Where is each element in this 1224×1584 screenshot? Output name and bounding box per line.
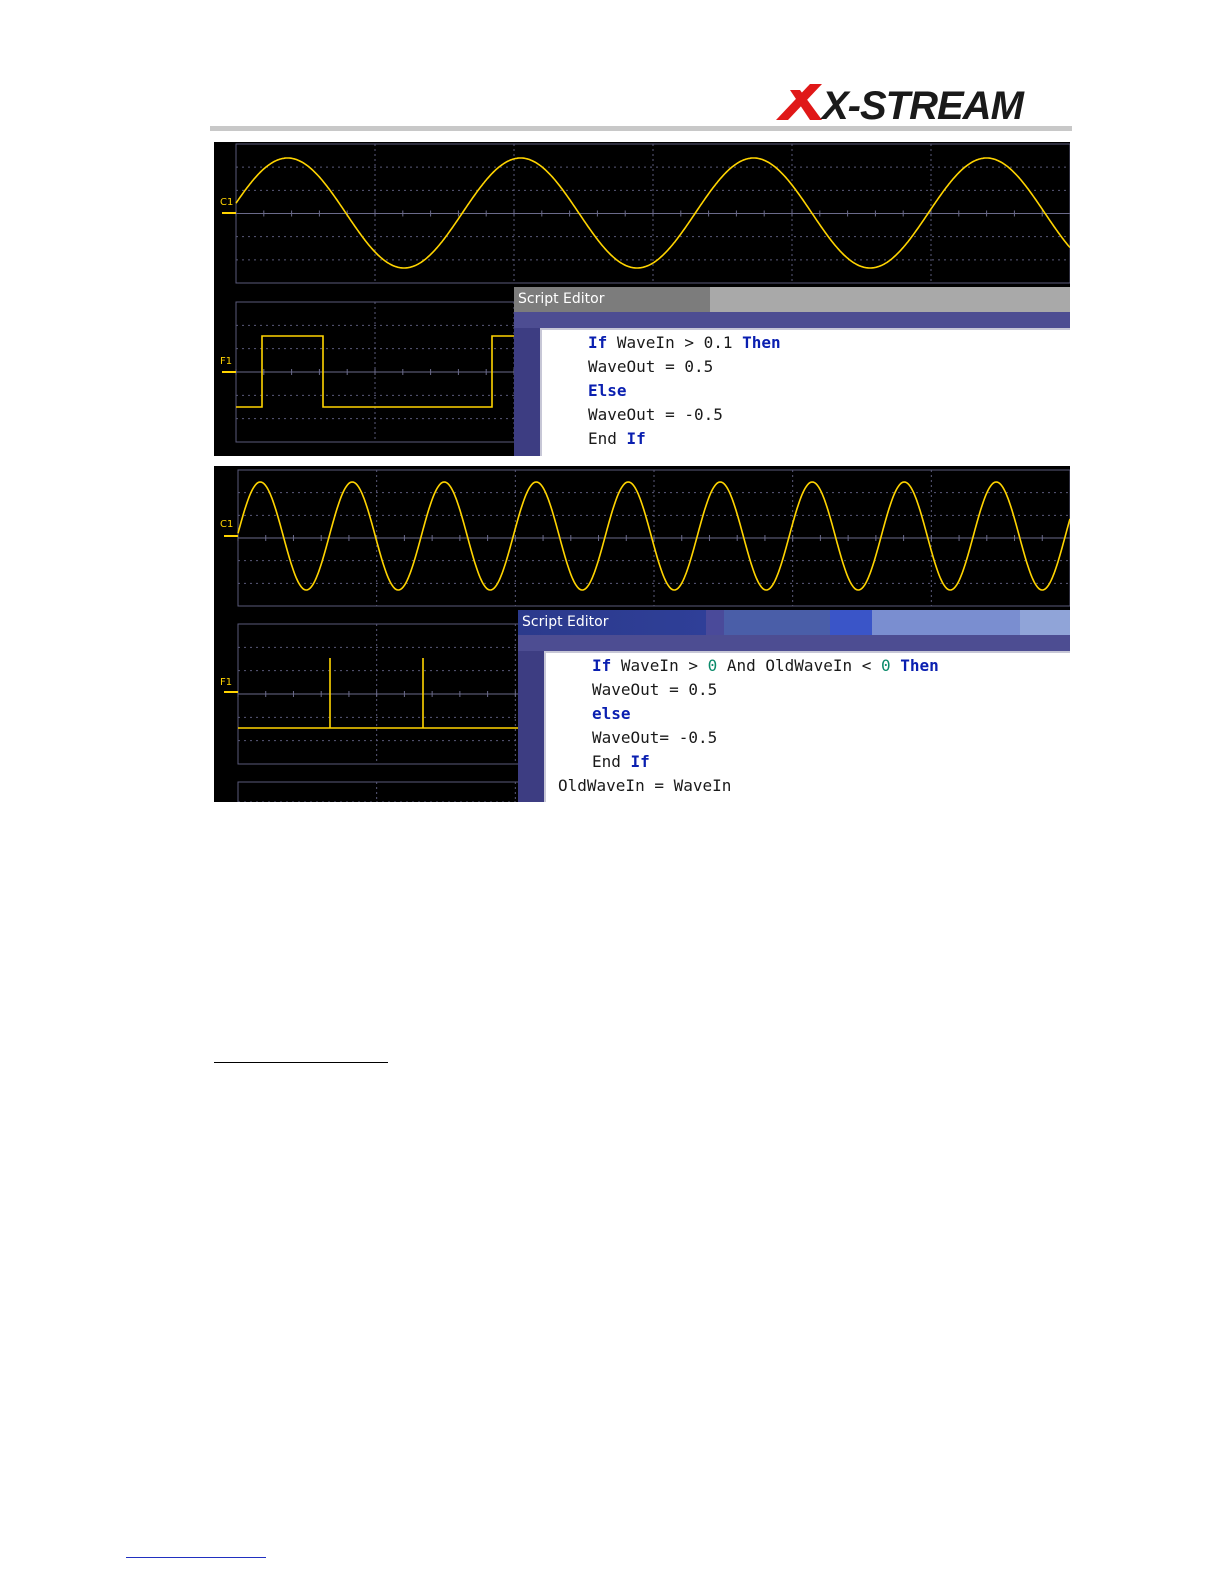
code-number: 0 — [707, 656, 718, 675]
code-line: WaveOut = 0.5 — [588, 357, 713, 377]
trace-label-c1: C1 — [220, 519, 234, 530]
code-line: WaveOut = 0.5 — [592, 680, 717, 700]
trace-label-f1: F1 — [220, 356, 233, 367]
script-editor-title-bar[interactable]: Script Editor — [514, 287, 1070, 312]
script-editor-title: Script Editor — [522, 614, 609, 630]
logo-text: X-STREAM — [820, 84, 1026, 124]
x-stream-logo: X-STREAM — [776, 84, 1027, 124]
footnote-separator — [214, 1062, 388, 1063]
code-text: End — [588, 429, 627, 448]
header-rule — [210, 126, 1072, 131]
footer-link-underline — [126, 1557, 266, 1558]
code-line: Else — [588, 381, 627, 401]
code-number: 0 — [881, 656, 891, 675]
script-editor-title: Script Editor — [518, 291, 605, 307]
code-line: End If — [592, 752, 650, 772]
code-line: OldWaveIn = WaveIn — [558, 776, 731, 796]
code-line: WaveOut= -0.5 — [592, 728, 717, 748]
code-text: End — [592, 752, 631, 771]
script-editor-window: Script Editor If WaveIn > 0.1 Then WaveOu… — [514, 287, 1070, 456]
script-code-area[interactable]: If WaveIn > 0.1 Then WaveOut = 0.5 Else Wav… — [540, 328, 1070, 456]
code-keyword: If — [592, 656, 612, 675]
oscilloscope-screenshot-top: C1 F1 Script Editor If WaveIn > 0.1 Then… — [214, 142, 1070, 456]
script-editor-title-bar[interactable]: Script Editor — [518, 610, 1070, 635]
code-text: WaveIn > 0.1 — [607, 333, 743, 352]
code-keyword: else — [592, 704, 631, 723]
code-keyword: If — [588, 333, 608, 352]
code-line: If WaveIn > 0.1 Then — [588, 333, 781, 353]
code-keyword: Then — [742, 333, 781, 352]
script-code-area[interactable]: If WaveIn > 0 And OldWaveIn < 0 Then Wave… — [544, 651, 1070, 802]
code-line: else — [592, 704, 631, 724]
trace-label-f1: F1 — [220, 677, 233, 688]
code-keyword: Then — [900, 656, 939, 675]
trace-label-c1: C1 — [220, 197, 234, 208]
script-editor-frame: If WaveIn > 0.1 Then WaveOut = 0.5 Else Wav… — [514, 312, 1070, 456]
code-keyword: Else — [588, 381, 627, 400]
code-keyword: If — [626, 429, 646, 448]
code-text: WaveOut = -0.5 — [588, 405, 723, 424]
code-line: End If — [588, 429, 646, 449]
code-text: WaveOut= -0.5 — [592, 728, 718, 747]
code-keyword: If — [630, 752, 650, 771]
code-line: If WaveIn > 0 And OldWaveIn < 0 Then — [592, 656, 939, 676]
oscilloscope-screenshot-bottom: C1 F1 Script Editor If WaveIn > 0 And Ol… — [214, 466, 1070, 802]
code-text: WaveOut = 0.5 — [588, 357, 714, 376]
code-line: WaveOut = -0.5 — [588, 405, 723, 425]
script-editor-frame: If WaveIn > 0 And OldWaveIn < 0 Then Wave… — [518, 635, 1070, 802]
code-text: WaveOut = 0.5 — [592, 680, 718, 699]
code-text: WaveIn > — [611, 656, 708, 675]
code-text: And OldWaveIn < — [717, 656, 881, 675]
code-text: OldWaveIn = WaveIn — [558, 776, 732, 795]
script-editor-window: Script Editor If WaveIn > 0 And OldWaveI… — [518, 610, 1070, 802]
